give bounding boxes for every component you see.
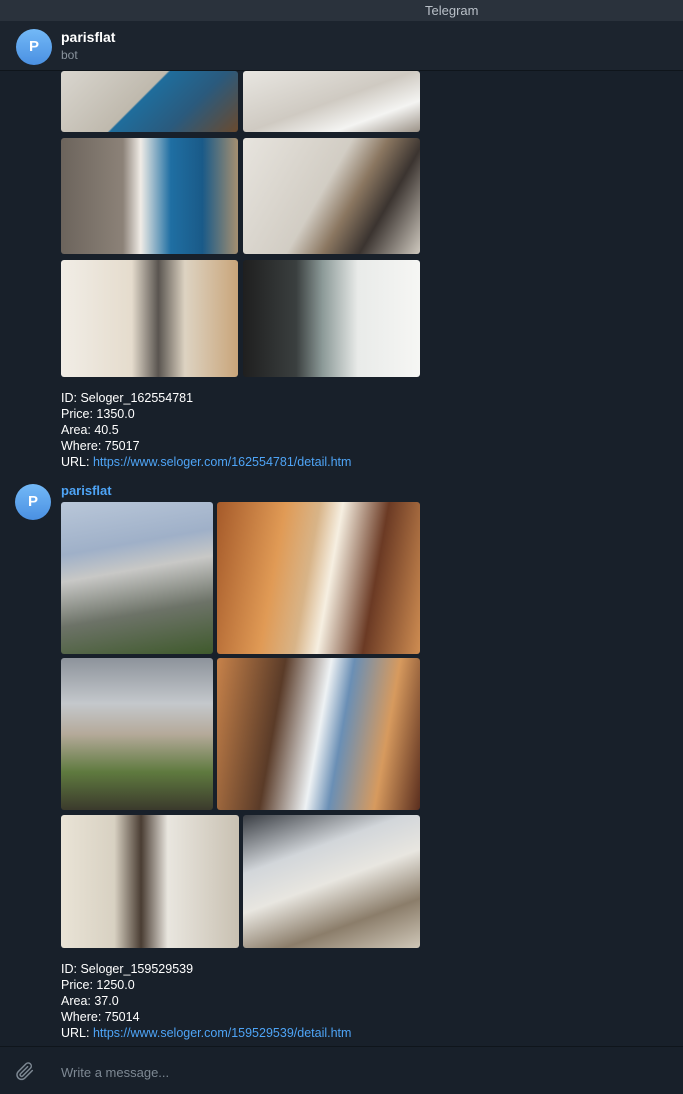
listing-url-line: URL: https://www.seloger.com/159529539/d… <box>61 1025 351 1041</box>
listing-price: Price: 1350.0 <box>61 407 135 421</box>
listing-photo[interactable] <box>61 71 238 132</box>
window-titlebar: Telegram <box>0 0 683 21</box>
listing-photo[interactable] <box>61 138 238 254</box>
listing-price: Price: 1250.0 <box>61 978 135 992</box>
chat-name[interactable]: parisflat <box>61 29 115 45</box>
sender-avatar[interactable]: P <box>15 484 51 520</box>
sender-name[interactable]: parisflat <box>61 483 112 498</box>
listing-details: ID: Seloger_159529539 Price: 1250.0 Area… <box>61 961 351 1041</box>
chat-avatar[interactable]: P <box>16 29 52 65</box>
url-label: URL: <box>61 1026 93 1040</box>
listing-id: ID: Seloger_159529539 <box>61 962 194 976</box>
listing-id: ID: Seloger_162554781 <box>61 391 194 405</box>
listing-photo[interactable] <box>61 502 213 654</box>
message-input[interactable] <box>61 1062 661 1082</box>
listing-photo[interactable] <box>243 260 420 377</box>
chat-status: bot <box>61 48 78 62</box>
paperclip-icon[interactable] <box>14 1060 36 1082</box>
listing-photo[interactable] <box>243 815 420 948</box>
listing-details: ID: Seloger_162554781 Price: 1350.0 Area… <box>61 390 351 470</box>
listing-where: Where: 75014 <box>61 1010 140 1024</box>
listing-photo[interactable] <box>217 502 420 654</box>
listing-where: Where: 75017 <box>61 439 140 453</box>
listing-area: Area: 40.5 <box>61 423 119 437</box>
listing-photo[interactable] <box>61 658 213 810</box>
listing-photo[interactable] <box>243 138 420 254</box>
listing-photo[interactable] <box>61 815 239 948</box>
chat-header[interactable]: P parisflat bot <box>0 21 683 71</box>
url-label: URL: <box>61 455 93 469</box>
listing-url-line: URL: https://www.seloger.com/162554781/d… <box>61 454 351 470</box>
listing-url-link[interactable]: https://www.seloger.com/162554781/detail… <box>93 455 351 469</box>
message-list[interactable]: ID: Seloger_162554781 Price: 1350.0 Area… <box>0 71 683 1046</box>
listing-photo[interactable] <box>217 658 420 810</box>
listing-area: Area: 37.0 <box>61 994 119 1008</box>
listing-url-link[interactable]: https://www.seloger.com/159529539/detail… <box>93 1026 351 1040</box>
listing-photo[interactable] <box>243 71 420 132</box>
window-title: Telegram <box>425 3 479 18</box>
listing-photo[interactable] <box>61 260 238 377</box>
message-composer <box>0 1046 683 1094</box>
